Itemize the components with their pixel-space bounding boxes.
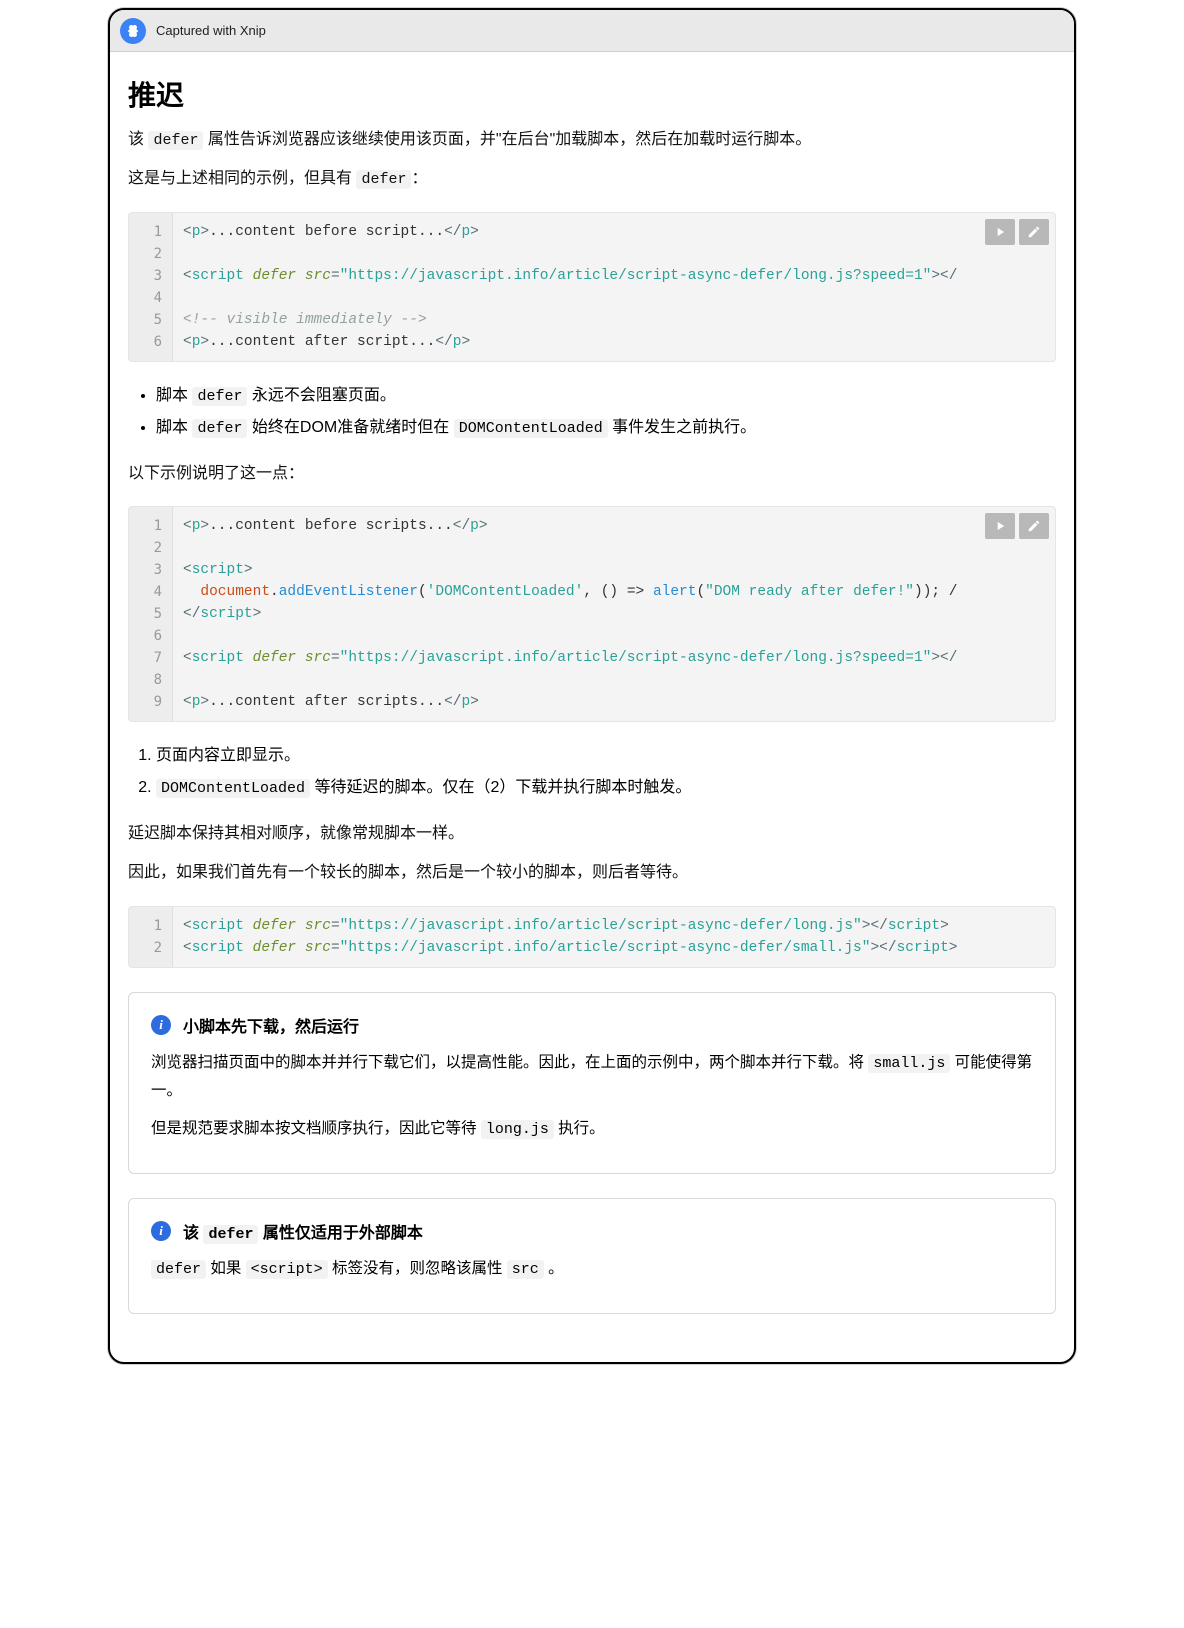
xnip-logo-icon — [120, 18, 146, 44]
line-number: 1 — [129, 221, 172, 243]
code: defer — [203, 1225, 258, 1244]
text: 该 — [183, 1225, 203, 1242]
line-number: 9 — [129, 691, 172, 713]
code-content: <p>...content before scripts...</p> <scr… — [173, 507, 1055, 721]
page-title: 推迟 — [128, 74, 1056, 114]
note-paragraph: defer 如果 <script> 标签没有，则忽略该属性 src 。 — [151, 1255, 1033, 1283]
text: 该 — [128, 131, 148, 148]
line-number: 2 — [129, 243, 172, 265]
line-number: 8 — [129, 669, 172, 691]
line-gutter: 1 2 3 4 5 6 — [129, 213, 173, 361]
bullet-item-2: 脚本 defer 始终在DOM准备就绪时但在 DOMContentLoaded … — [156, 412, 1056, 444]
text: 标签没有，则忽略该属性 — [328, 1260, 507, 1277]
content: 推迟 该 defer 属性告诉浏览器应该继续使用该页面，并"在后台"加载脚本，然… — [110, 52, 1074, 1362]
line-gutter: 1 2 — [129, 907, 173, 967]
text: 事件发生之前执行。 — [608, 419, 756, 436]
note-paragraph: 浏览器扫描页面中的脚本并并行下载它们，以提高性能。因此，在上面的示例中，两个脚本… — [151, 1049, 1033, 1105]
paragraph-4: 延迟脚本保持其相对顺序，就像常规脚本一样。 — [128, 820, 1056, 849]
line-number: 2 — [129, 937, 172, 959]
line-number: 1 — [129, 915, 172, 937]
line-number: 3 — [129, 559, 172, 581]
text: 执行。 — [554, 1120, 605, 1137]
paragraph-5: 因此，如果我们首先有一个较长的脚本，然后是一个较小的脚本，则后者等待。 — [128, 859, 1056, 888]
code-block-1: 1 2 3 4 5 6 <p>...content before script.… — [128, 212, 1056, 362]
ol-item-2: DOMContentLoaded 等待延迟的脚本。仅在（2）下载并执行脚本时触发… — [156, 772, 1056, 804]
code: small.js — [868, 1054, 950, 1073]
line-number: 5 — [129, 603, 172, 625]
edit-button[interactable] — [1019, 219, 1049, 245]
code: defer — [192, 419, 247, 438]
paragraph-2: 这是与上述相同的示例，但具有 defer： — [128, 165, 1056, 194]
code-toolbar — [985, 219, 1049, 245]
code-defer: defer — [356, 170, 411, 189]
text: 这是与上述相同的示例，但具有 — [128, 170, 356, 187]
line-number: 1 — [129, 515, 172, 537]
code: defer — [151, 1260, 206, 1279]
code-defer: defer — [148, 131, 203, 150]
line-number: 7 — [129, 647, 172, 669]
titlebar-text: Captured with Xnip — [156, 23, 266, 38]
line-number: 6 — [129, 625, 172, 647]
line-number: 3 — [129, 265, 172, 287]
line-number: 6 — [129, 331, 172, 353]
code: defer — [192, 387, 247, 406]
note-header: i 该 defer 属性仅适用于外部脚本 — [151, 1219, 1033, 1243]
code: DOMContentLoaded — [454, 419, 608, 438]
info-note-1: i 小脚本先下载，然后运行 浏览器扫描页面中的脚本并并行下载它们，以提高性能。因… — [128, 992, 1056, 1174]
text: 。 — [544, 1260, 564, 1277]
text: 脚本 — [156, 419, 192, 436]
line-number: 5 — [129, 309, 172, 331]
code-content: <p>...content before script...</p> <scri… — [173, 213, 1055, 361]
line-number: 4 — [129, 287, 172, 309]
text: 永远不会阻塞页面。 — [247, 387, 395, 404]
code-block-2: 1 2 3 4 5 6 7 8 9 <p>...content before s… — [128, 506, 1056, 722]
note-title: 小脚本先下载，然后运行 — [183, 1013, 359, 1037]
edit-button[interactable] — [1019, 513, 1049, 539]
paragraph-1: 该 defer 属性告诉浏览器应该继续使用该页面，并"在后台"加载脚本，然后在加… — [128, 126, 1056, 155]
bullet-item-1: 脚本 defer 永远不会阻塞页面。 — [156, 380, 1056, 412]
note-paragraph: 但是规范要求脚本按文档顺序执行，因此它等待 long.js 执行。 — [151, 1115, 1033, 1143]
line-number: 4 — [129, 581, 172, 603]
code-block-3: 1 2 <script defer src="https://javascrip… — [128, 906, 1056, 968]
window: Captured with Xnip 推迟 该 defer 属性告诉浏览器应该继… — [108, 8, 1076, 1364]
code: DOMContentLoaded — [156, 779, 310, 798]
text: 属性告诉浏览器应该继续使用该页面，并"在后台"加载脚本，然后在加载时运行脚本。 — [203, 131, 811, 148]
text: 如果 — [206, 1260, 246, 1277]
line-gutter: 1 2 3 4 5 6 7 8 9 — [129, 507, 173, 721]
ol-item-1: 页面内容立即显示。 — [156, 740, 1056, 772]
note-title: 该 defer 属性仅适用于外部脚本 — [183, 1219, 423, 1243]
titlebar: Captured with Xnip — [110, 10, 1074, 52]
text: 浏览器扫描页面中的脚本并并行下载它们，以提高性能。因此，在上面的示例中，两个脚本… — [151, 1054, 868, 1071]
run-button[interactable] — [985, 513, 1015, 539]
text: 属性仅适用于外部脚本 — [258, 1225, 422, 1242]
code-toolbar — [985, 513, 1049, 539]
text: ： — [411, 170, 427, 187]
text: 始终在DOM准备就绪时但在 — [247, 419, 453, 436]
text: 但是规范要求脚本按文档顺序执行，因此它等待 — [151, 1120, 481, 1137]
code: src — [507, 1260, 544, 1279]
note-header: i 小脚本先下载，然后运行 — [151, 1013, 1033, 1037]
code-content: <script defer src="https://javascript.in… — [173, 907, 1055, 967]
paragraph-3: 以下示例说明了这一点： — [128, 460, 1056, 489]
info-icon: i — [151, 1015, 171, 1035]
run-button[interactable] — [985, 219, 1015, 245]
text: 等待延迟的脚本。仅在（2）下载并执行脚本时触发。 — [310, 779, 691, 796]
ordered-list: 页面内容立即显示。 DOMContentLoaded 等待延迟的脚本。仅在（2）… — [128, 740, 1056, 804]
text: 脚本 — [156, 387, 192, 404]
line-number: 2 — [129, 537, 172, 559]
code: long.js — [481, 1120, 554, 1139]
info-icon: i — [151, 1221, 171, 1241]
bullet-list: 脚本 defer 永远不会阻塞页面。 脚本 defer 始终在DOM准备就绪时但… — [128, 380, 1056, 444]
info-note-2: i 该 defer 属性仅适用于外部脚本 defer 如果 <script> 标… — [128, 1198, 1056, 1314]
code: <script> — [246, 1260, 328, 1279]
